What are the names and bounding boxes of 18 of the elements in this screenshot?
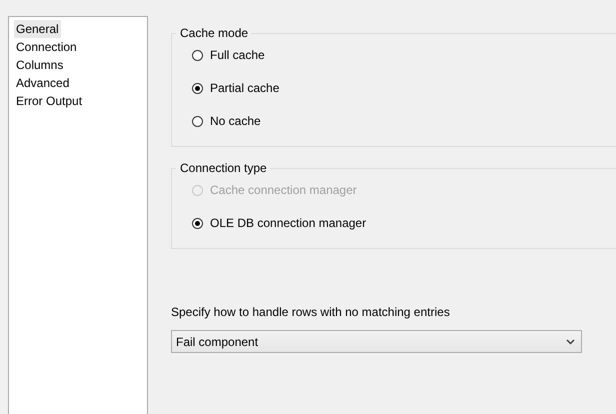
group-title: Cache mode [179,26,250,40]
radio-button[interactable] [192,82,203,94]
radio-button[interactable] [192,50,203,60]
group-title: Connection type [179,161,268,175]
sidebar-item[interactable]: General [14,20,61,38]
radio-button[interactable] [192,116,203,126]
radio-button[interactable] [192,218,203,228]
field-label: Specify how to handle rows with no matching entries [171,305,450,319]
sidebar-item[interactable]: Advanced [14,74,72,92]
radio-option[interactable]: Partial cache [192,77,280,99]
dropdown[interactable]: Fail component [171,330,582,353]
sidebar-item[interactable]: Columns [14,56,66,74]
sidebar-item[interactable]: Connection [14,38,79,56]
radio-option[interactable]: No cache [192,110,261,132]
chevron-down-icon [566,338,575,344]
radio-option[interactable]: OLE DB connection manager [192,212,366,234]
sidebar-item[interactable]: Error Output [14,92,84,110]
radio-option[interactable]: Full cache [192,44,265,66]
